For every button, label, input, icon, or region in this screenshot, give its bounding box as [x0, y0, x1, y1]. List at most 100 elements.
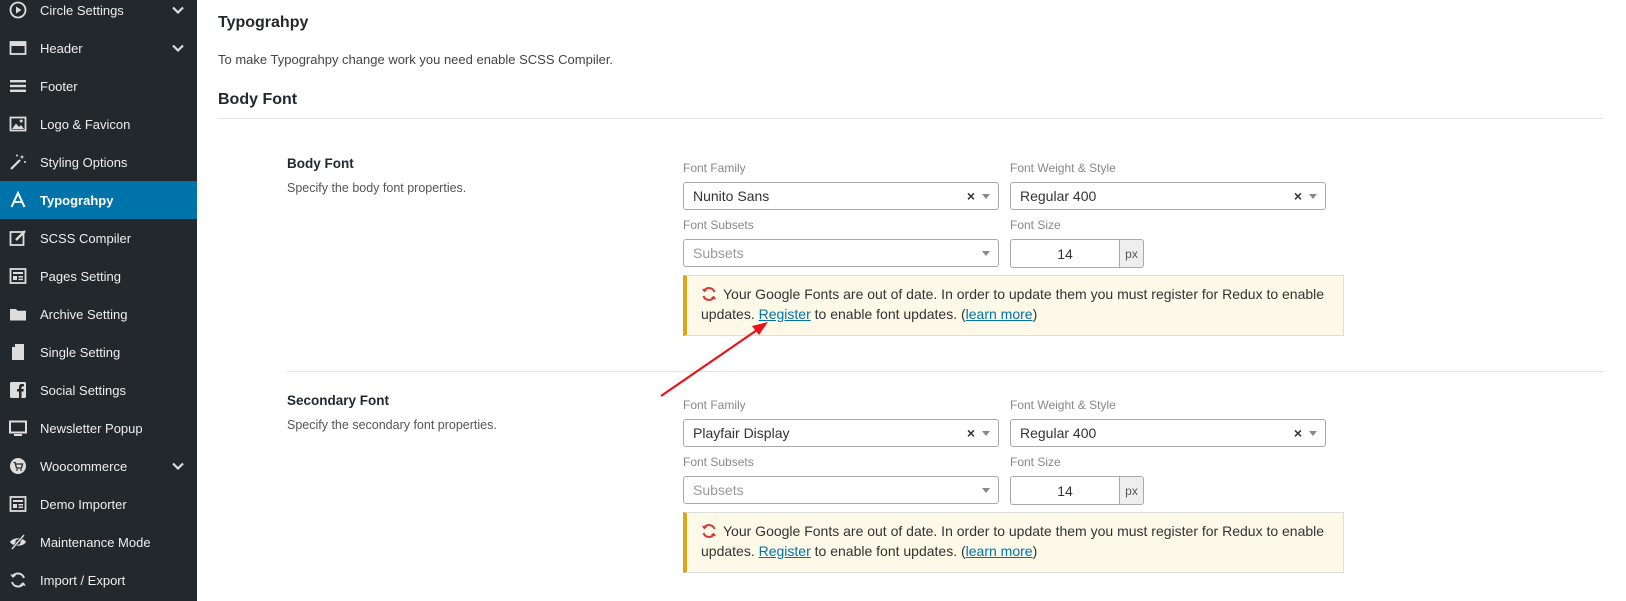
clear-icon[interactable]: × — [1292, 425, 1304, 441]
sidebar-item-label: SCSS Compiler — [40, 230, 132, 246]
sidebar-item-scss-compiler[interactable]: SCSS Compiler — [0, 219, 197, 257]
google-fonts-notice: Your Google Fonts are out of date. In or… — [683, 512, 1344, 573]
font-size-input[interactable]: 14 — [1010, 239, 1119, 268]
sidebar-item-label: Newsletter Popup — [40, 420, 143, 436]
dropdown-arrow-icon[interactable] — [982, 487, 990, 493]
sidebar-item-label: Header — [40, 40, 83, 56]
notice-text: to enable font updates. ( — [814, 543, 966, 559]
folder-icon — [9, 305, 27, 323]
sidebar-item-label: Maintenance Mode — [40, 534, 151, 550]
sidebar-item-header[interactable]: Header — [0, 29, 197, 67]
sidebar-item-circle-settings[interactable]: Circle Settings — [0, 0, 197, 29]
page-description: To make Typograhpy change work you need … — [218, 52, 614, 67]
font-family-value: Playfair Display — [693, 425, 790, 441]
font-family-select[interactable]: Nunito Sans × — [683, 182, 999, 210]
clear-icon[interactable]: × — [1292, 188, 1304, 204]
font-family-label: Font Family — [683, 398, 746, 412]
font-subsets-label: Font Subsets — [683, 455, 754, 469]
font-weight-value: Regular 400 — [1020, 188, 1097, 204]
font-subsets-placeholder: Subsets — [693, 245, 744, 261]
register-link[interactable]: Register — [759, 543, 811, 559]
sidebar-item-label: Demo Importer — [40, 496, 127, 512]
dropdown-arrow-icon[interactable] — [982, 193, 990, 199]
font-subsets-placeholder: Subsets — [693, 482, 744, 498]
secondary-font-title: Secondary Font — [287, 393, 390, 408]
play-circle-icon — [9, 1, 27, 19]
notice-text: ) — [1032, 306, 1038, 322]
sidebar-item-label: Logo & Favicon — [40, 116, 131, 132]
clear-icon[interactable]: × — [965, 425, 977, 441]
font-size-input[interactable]: 14 — [1010, 476, 1119, 505]
sidebar-item-label: Social Settings — [40, 382, 126, 398]
sidebar-item-label: Typograhpy — [40, 192, 114, 208]
font-weight-label: Font Weight & Style — [1010, 398, 1116, 412]
dropdown-arrow-icon[interactable] — [1309, 430, 1317, 436]
sidebar-item-footer[interactable]: Footer — [0, 67, 197, 105]
chevron-down-icon — [172, 6, 184, 15]
refresh-icon — [9, 571, 27, 589]
font-size-label: Font Size — [1010, 455, 1061, 469]
font-subsets-select[interactable]: Subsets — [683, 239, 999, 267]
sidebar-item-newsletter-popup[interactable]: Newsletter Popup — [0, 409, 197, 447]
sidebar-item-typography[interactable]: Typograhpy — [0, 181, 197, 219]
font-family-value: Nunito Sans — [693, 188, 770, 204]
sidebar-item-styling-options[interactable]: Styling Options — [0, 143, 197, 181]
notice-text: ) — [1032, 543, 1038, 559]
font-subsets-select[interactable]: Subsets — [683, 476, 999, 504]
font-weight-select[interactable]: Regular 400 × — [1010, 419, 1326, 447]
learn-more-link[interactable]: learn more — [966, 543, 1033, 559]
eye-slash-icon — [9, 533, 27, 551]
sidebar-item-label: Circle Settings — [40, 2, 124, 18]
sidebar-item-label: Archive Setting — [40, 306, 128, 322]
chevron-down-icon — [172, 44, 184, 53]
magic-wand-icon — [9, 153, 27, 171]
dropdown-arrow-icon[interactable] — [1309, 193, 1317, 199]
sidebar-item-archive-setting[interactable]: Archive Setting — [0, 295, 197, 333]
page-title: Typograhpy — [218, 14, 309, 31]
sidebar-item-maintenance-mode[interactable]: Maintenance Mode — [0, 523, 197, 561]
body-font-subtitle: Specify the body font properties. — [287, 181, 467, 195]
sidebar-item-woocommerce[interactable]: Woocommerce — [0, 447, 197, 485]
body-font-title: Body Font — [287, 156, 354, 171]
sidebar-item-label: Woocommerce — [40, 458, 128, 474]
font-family-label: Font Family — [683, 161, 746, 175]
dropdown-arrow-icon[interactable] — [982, 250, 990, 256]
sidebar-item-social-settings[interactable]: Social Settings — [0, 371, 197, 409]
image-icon — [9, 115, 27, 133]
sidebar-item-label: Single Setting — [40, 344, 121, 360]
font-weight-value: Regular 400 — [1020, 425, 1097, 441]
font-size-label: Font Size — [1010, 218, 1061, 232]
clear-icon[interactable]: × — [965, 188, 977, 204]
sidebar-item-label: Pages Setting — [40, 268, 121, 284]
sidebar-item-pages-setting[interactable]: Pages Setting — [0, 257, 197, 295]
font-family-select[interactable]: Playfair Display × — [683, 419, 999, 447]
google-fonts-notice: Your Google Fonts are out of date. In or… — [683, 275, 1344, 336]
notice-text: to enable font updates. ( — [814, 306, 966, 322]
sidebar-item-demo-importer[interactable]: Demo Importer — [0, 485, 197, 523]
sidebar: Circle Settings Header Footer Logo & Fav… — [0, 0, 197, 601]
font-subsets-label: Font Subsets — [683, 218, 754, 232]
font-weight-select[interactable]: Regular 400 × — [1010, 182, 1326, 210]
sidebar-item-label: Footer — [40, 78, 78, 94]
sidebar-item-label: Import / Export — [40, 572, 126, 588]
sidebar-item-import-export[interactable]: Import / Export — [0, 561, 197, 599]
register-link[interactable]: Register — [759, 306, 811, 322]
refresh-icon — [701, 287, 717, 301]
refresh-icon — [701, 524, 717, 538]
chevron-down-icon — [172, 462, 184, 471]
sidebar-item-single-setting[interactable]: Single Setting — [0, 333, 197, 371]
menu-icon — [9, 77, 27, 95]
dropdown-arrow-icon[interactable] — [982, 430, 990, 436]
sidebar-item-label: Styling Options — [40, 154, 128, 170]
main-panel: Typograhpy To make Typograhpy change wor… — [197, 0, 1626, 601]
font-size-unit: px — [1119, 476, 1144, 505]
sidebar-item-logo-favicon[interactable]: Logo & Favicon — [0, 105, 197, 143]
learn-more-link[interactable]: learn more — [966, 306, 1033, 322]
section-title: Body Font — [218, 91, 298, 108]
font-icon — [9, 191, 27, 209]
pages-icon — [9, 495, 27, 513]
facebook-icon — [9, 381, 27, 399]
font-size-field: 14 px — [1010, 476, 1144, 505]
file-icon — [9, 343, 27, 361]
divider — [218, 118, 1604, 119]
